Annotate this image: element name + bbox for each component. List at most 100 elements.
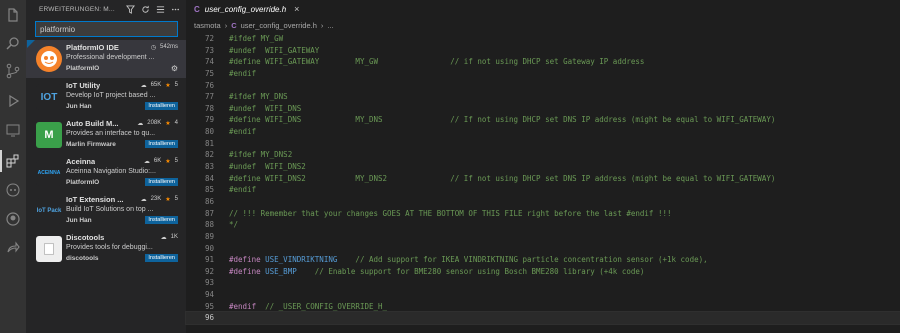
line-text (214, 243, 229, 255)
install-button[interactable]: Installieren (145, 178, 178, 186)
source-control-icon[interactable] (4, 62, 22, 80)
code-line[interactable]: 73 #undef WIFI_GATEWAY (186, 45, 900, 57)
code-line[interactable]: 87 // !!! Remember that your changes GOES… (186, 208, 900, 220)
code-line[interactable]: 95 #endif // _USER_CONFIG_OVERRIDE_H_ (186, 301, 900, 313)
chevron-right-icon: › (224, 20, 228, 30)
more-actions-icon[interactable] (171, 5, 180, 14)
manage-gear-icon[interactable]: ⚙ (171, 64, 178, 73)
code-line[interactable]: 89 (186, 231, 900, 243)
extension-item-iot-utility[interactable]: IOT IoT Utility ☁ 65K ★ 5 Develop IoT proje… (26, 78, 186, 116)
extension-description: Aceinna Navigation Studio:... (66, 168, 156, 175)
code-line[interactable]: 76 (186, 80, 900, 92)
breadcrumb-file[interactable]: user_config_override.h (241, 21, 317, 30)
extension-description: Professional development ... (66, 54, 155, 61)
line-text (214, 231, 229, 243)
download-cloud-icon: ☁ (137, 121, 144, 127)
code-line[interactable]: 72 #ifdef MY_GW (186, 33, 900, 45)
line-number: 86 (204, 196, 214, 206)
platformio-icon[interactable] (4, 181, 22, 199)
line-text (214, 80, 229, 92)
code-line[interactable]: 91 #define USE_VINDRIKTNING // Add suppor… (186, 254, 900, 266)
activity-bar (0, 0, 26, 333)
sidebar-header: ERWEITERUNGEN: M... (26, 0, 186, 18)
editor-tab[interactable]: C user_config_override.h × (186, 0, 900, 18)
code-line[interactable]: 78 #undef WIFI_DNS (186, 103, 900, 115)
install-button[interactable]: Installieren (145, 216, 178, 224)
code-editor[interactable]: 72 #ifdef MY_GW 73 #undef WIFI_GATEWAY 74 #de… (185, 33, 900, 325)
line-number: 96 (204, 313, 214, 323)
install-button[interactable]: Installieren (145, 140, 178, 148)
code-token: // Add support for IKEA VINDRIKTNING par… (337, 255, 708, 265)
extension-publisher: Jun Han (66, 216, 92, 224)
explorer-icon[interactable] (4, 6, 22, 24)
remote-explorer-icon[interactable] (4, 121, 22, 139)
code-line[interactable]: 81 (186, 138, 900, 150)
extension-item-discotools[interactable]: Discotools ☁ 1K Provides tools for debugg… (26, 230, 186, 268)
code-line[interactable]: 92 #define USE_BMP // Enable support for … (186, 266, 900, 278)
extension-item-aceinna[interactable]: ACEINNA Aceinna ☁ 6K ★ 5 Aceinna Navigation… (26, 154, 186, 192)
install-button[interactable]: Installieren (145, 254, 178, 262)
install-count: 208K (147, 120, 162, 126)
code-line[interactable]: 83 #undef WIFI_DNS2 (186, 161, 900, 173)
close-icon[interactable]: × (294, 4, 299, 14)
clear-list-icon[interactable] (156, 5, 165, 14)
live-share-icon[interactable] (4, 239, 22, 257)
code-line[interactable]: 86 (186, 196, 900, 208)
code-line[interactable]: 77 #ifdef MY_DNS (186, 91, 900, 103)
line-number: 85 (204, 185, 214, 195)
line-text (214, 277, 229, 289)
extension-description: Build IoT Solutions on top ... (66, 206, 154, 213)
extension-item-iot-extension-pack[interactable]: IoT Pack IoT Extension ... ☁ 23K ★ 5 Build … (26, 192, 186, 230)
breadcrumb-symbols[interactable]: ... (327, 21, 333, 30)
line-number: 88 (204, 220, 214, 230)
line-number: 89 (204, 231, 214, 241)
code-line[interactable]: 84 #define WIFI_DNS2 MY_DNS2 // If not us… (186, 173, 900, 185)
line-number: 95 (204, 301, 214, 311)
line-text: #endif (214, 68, 256, 80)
star-icon: ★ (165, 121, 171, 127)
code-line[interactable]: 94 (186, 289, 900, 301)
code-line[interactable]: 74 #define WIFI_GATEWAY MY_GW // if not u… (186, 56, 900, 68)
github-icon[interactable] (4, 210, 22, 228)
extension-search-input[interactable]: platformio (35, 21, 178, 37)
code-line[interactable]: 93 (186, 277, 900, 289)
extension-name: PlatformIO IDE (66, 43, 119, 52)
extension-name: Auto Build M... (66, 119, 119, 128)
code-line[interactable]: 79 #define WIFI_DNS MY_DNS // If not usin… (186, 114, 900, 126)
code-token: #define WIFI_DNS2 MY_DNS2 // If not usin… (229, 173, 776, 183)
code-token: #endif (229, 127, 257, 137)
line-text: #define WIFI_GATEWAY MY_GW // if not usi… (214, 56, 644, 68)
filter-icon[interactable] (126, 4, 135, 14)
code-line[interactable]: 82 #ifdef MY_DNS2 (186, 149, 900, 161)
code-token: // _USER_CONFIG_OVERRIDE_H_ (256, 301, 388, 311)
code-line[interactable]: 88 */ (186, 219, 900, 231)
code-token: #ifdef MY_DNS2 (229, 150, 293, 160)
extension-description: Develop IoT project based ... (66, 92, 156, 99)
install-button[interactable]: Installieren (145, 102, 178, 110)
extension-description: Provides tools for debuggi... (66, 244, 153, 251)
line-text: #endif // _USER_CONFIG_OVERRIDE_H_ (214, 301, 387, 313)
line-text: #ifdef MY_DNS2 (214, 149, 292, 161)
code-line[interactable]: 96 (185, 311, 900, 325)
search-value: platformio (40, 24, 76, 34)
recommended-star-icon (27, 40, 35, 48)
iot-utility-logo-icon: IOT (36, 84, 62, 110)
line-text: */ (214, 219, 238, 231)
extension-item-platformio-ide[interactable]: PlatformIO IDE ◷ 542ms Professional devel… (26, 40, 186, 78)
search-icon[interactable] (4, 34, 22, 52)
code-line[interactable]: 75 #endif (186, 68, 900, 80)
code-line[interactable]: 80 #endif (186, 126, 900, 138)
refresh-icon[interactable] (141, 5, 150, 14)
activation-time: 542ms (159, 44, 178, 50)
active-indicator (0, 150, 2, 172)
star-icon: ★ (165, 83, 171, 89)
line-text (214, 289, 229, 301)
extension-item-auto-build-marlin[interactable]: M Auto Build M... ☁ 208K ★ 4 Provides an in… (26, 116, 186, 154)
code-line[interactable]: 85 #endif (186, 184, 900, 196)
run-debug-icon[interactable] (4, 92, 22, 110)
extensions-icon[interactable] (4, 152, 22, 170)
aceinna-logo-icon: ACEINNA (36, 160, 62, 186)
line-number: 90 (204, 243, 214, 253)
breadcrumb-folder[interactable]: tasmota (194, 21, 221, 30)
code-line[interactable]: 90 (186, 243, 900, 255)
